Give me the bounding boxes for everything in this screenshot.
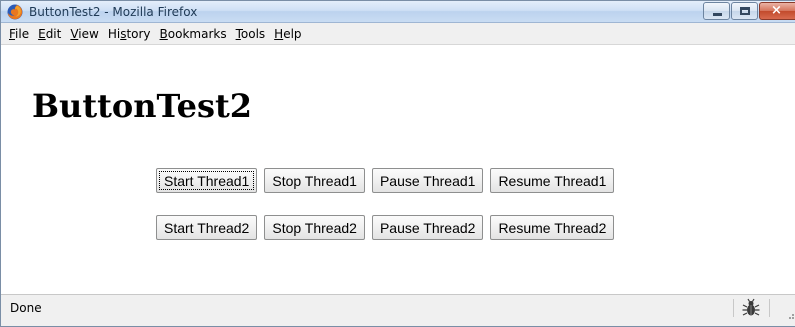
start-thread1-button[interactable]: Start Thread1	[156, 168, 258, 193]
menu-view[interactable]: View	[66, 25, 102, 43]
menu-history[interactable]: History	[104, 25, 155, 43]
menu-edit[interactable]: Edit	[34, 25, 65, 43]
menu-file[interactable]: File	[5, 25, 33, 43]
menu-bar: File Edit View History Bookmarks Tools H…	[1, 23, 795, 45]
close-button[interactable]: ×	[759, 2, 795, 20]
title-bar[interactable]: ButtonTest2 - Mozilla Firefox ×	[1, 1, 795, 23]
status-bar: Done	[1, 294, 795, 326]
minimize-icon	[713, 13, 722, 16]
menu-tools[interactable]: Tools	[232, 25, 270, 43]
status-divider	[733, 299, 734, 317]
stop-thread1-button[interactable]: Stop Thread1	[264, 168, 365, 193]
page-content: ButtonTest2 Start Thread1 Stop Thread1 P…	[1, 46, 795, 294]
menu-bookmarks[interactable]: Bookmarks	[156, 25, 231, 43]
maximize-button[interactable]	[731, 2, 758, 20]
thread1-button-row: Start Thread1 Stop Thread1 Pause Thread1…	[156, 168, 621, 193]
close-icon: ×	[771, 3, 782, 18]
pause-thread2-button[interactable]: Pause Thread2	[371, 215, 484, 240]
browser-window: ButtonTest2 - Mozilla Firefox × File Edi…	[0, 0, 795, 327]
stop-thread2-button[interactable]: Stop Thread2	[264, 215, 365, 240]
resume-thread1-button[interactable]: Resume Thread1	[490, 168, 615, 193]
page-title: ButtonTest2	[32, 87, 253, 125]
maximize-icon	[740, 7, 750, 15]
pause-thread1-button[interactable]: Pause Thread1	[371, 168, 484, 193]
status-text: Done	[10, 301, 42, 315]
firefox-icon	[7, 4, 23, 20]
resume-thread2-button[interactable]: Resume Thread2	[490, 215, 615, 240]
minimize-button[interactable]	[703, 2, 730, 20]
menu-help[interactable]: Help	[270, 25, 305, 43]
resize-grip-icon[interactable]	[785, 310, 795, 320]
status-divider	[769, 299, 770, 317]
window-controls: ×	[702, 2, 795, 20]
start-thread2-button[interactable]: Start Thread2	[156, 215, 258, 240]
thread2-button-row: Start Thread2 Stop Thread2 Pause Thread2…	[156, 215, 621, 240]
bug-icon[interactable]	[742, 298, 760, 318]
window-title: ButtonTest2 - Mozilla Firefox	[29, 5, 198, 19]
